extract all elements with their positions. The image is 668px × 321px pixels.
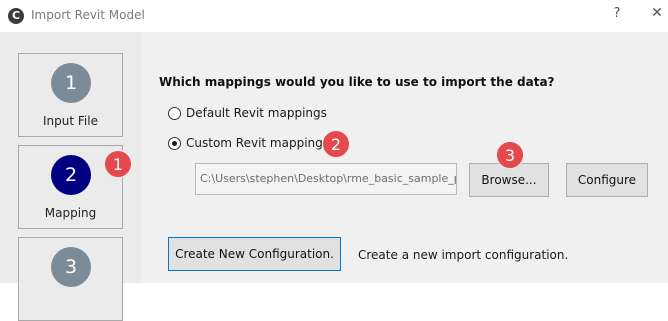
custom-mappings-radio[interactable] [168, 137, 181, 150]
step-number-badge: 3 [51, 247, 91, 287]
callout-badge-2: 2 [322, 130, 350, 158]
callout-badge-1: 1 [104, 150, 132, 178]
close-button[interactable]: ✕ [648, 5, 666, 23]
window-title: Import Revit Model [31, 8, 145, 22]
default-mappings-radio[interactable] [168, 107, 181, 120]
create-configuration-description: Create a new import configuration. [358, 248, 569, 262]
custom-mappings-label[interactable]: Custom Revit mappings [186, 136, 329, 150]
step-number-badge: 1 [51, 63, 91, 103]
default-mappings-label[interactable]: Default Revit mappings [186, 106, 327, 120]
step-3[interactable]: 3 [18, 237, 123, 321]
step-input-file[interactable]: 1 Input File [18, 53, 123, 137]
step-label: Input File [43, 114, 98, 128]
step-label: Mapping [44, 206, 97, 220]
title-bar: C Import Revit Model ? ✕ [0, 0, 668, 32]
create-new-configuration-button[interactable]: Create New Configuration. [168, 237, 341, 271]
callout-badge-3: 3 [496, 141, 524, 169]
mapping-question: Which mappings would you like to use to … [159, 75, 555, 89]
configure-button[interactable]: Configure [566, 163, 648, 197]
mapping-file-path-field[interactable]: C:\Users\stephen\Desktop\rme_basic_sampl… [195, 163, 457, 195]
app-logo-icon: C [8, 8, 24, 24]
help-button[interactable]: ? [608, 6, 626, 24]
step-number-badge: 2 [51, 155, 91, 195]
